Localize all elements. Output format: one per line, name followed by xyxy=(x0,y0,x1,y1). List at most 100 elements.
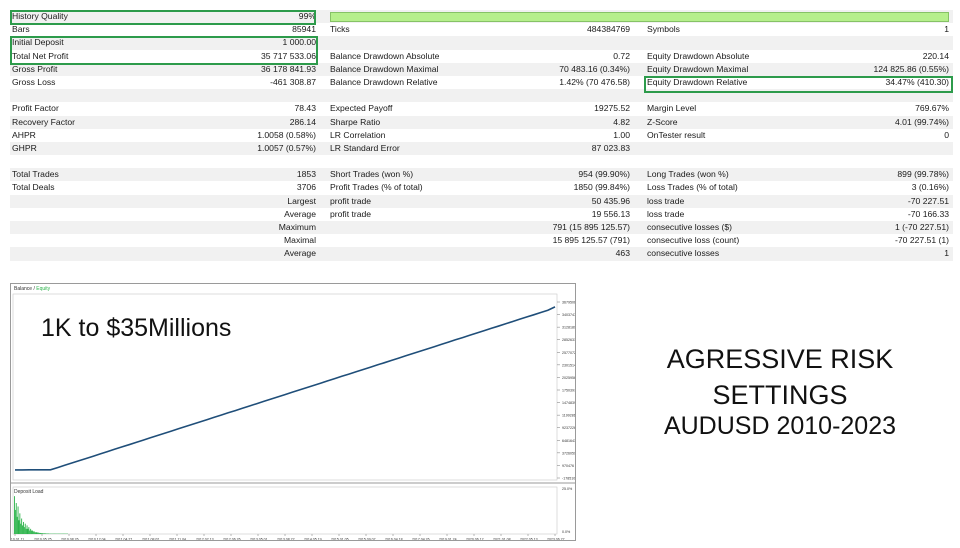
stat-label: Long Trades (won %) xyxy=(647,169,729,180)
drawdown-bar xyxy=(39,532,41,534)
stat-label: OnTester result xyxy=(647,129,706,140)
stat-value: 87 023.83 xyxy=(591,142,630,153)
drawdown-bar xyxy=(42,533,44,534)
drawdown-bar xyxy=(29,530,31,534)
statistics-rows: History Quality 99% Bars 85941 Ticks 48438476… xyxy=(10,10,953,274)
stats-row: Total Trades 1853 Short Trades (won %) 954 … xyxy=(10,168,953,182)
stat-label: Gross Profit xyxy=(12,63,58,74)
drawdown-bar xyxy=(41,533,42,534)
y-tick-label: 6481643 xyxy=(562,439,576,443)
stat-value: 3706 xyxy=(296,182,316,193)
stat-value: 1.0057 (0.57%) xyxy=(257,142,316,153)
x-tick-label: 2011.11.04 xyxy=(169,538,186,542)
drawdown-bar xyxy=(43,533,45,534)
stats-row xyxy=(10,89,953,103)
stat-value: 1 xyxy=(944,24,949,35)
stats-row: AHPR 1.0058 (0.58%) LR Correlation 1.00 OnTe… xyxy=(10,129,953,142)
drawdown-bar xyxy=(36,532,38,534)
stat-label: Equity Drawdown Relative xyxy=(647,76,748,87)
stats-row: Largest profit trade 50 435.96 loss trade -7… xyxy=(10,194,953,208)
stat-value: 1.00 xyxy=(613,129,630,140)
stat-value: 220.14 xyxy=(922,50,949,61)
stats-row: Total Deals 3706 Profit Trades (% of total… xyxy=(10,181,953,194)
deposit-load-label: Deposit Load xyxy=(14,489,44,495)
stat-value: 286.14 xyxy=(289,116,316,127)
stat-value: 19 556.13 xyxy=(591,208,630,219)
drawdown-bar xyxy=(19,513,21,534)
drawdown-plot-area xyxy=(12,486,558,535)
stat-value: 0.72 xyxy=(613,50,630,61)
balance-chart-panel: 36795061 34037477 31281894 28526310 25770727… xyxy=(10,283,576,541)
stat-value: 3 (0.16%) xyxy=(911,182,949,193)
stat-label: Balance Drawdown Relative xyxy=(330,76,438,87)
y-tick-label: -1785108 xyxy=(562,477,576,481)
stat-label: Balance Drawdown Maximal xyxy=(330,63,439,74)
y-tick-label: 23015143 xyxy=(562,363,576,367)
x-tick-label: 2010.12.04 xyxy=(88,538,106,542)
drawdown-bar xyxy=(16,516,18,534)
stat-value: 85941 xyxy=(292,24,316,35)
x-tick-label: 2011.08.02 xyxy=(142,538,159,542)
drawdown-bar xyxy=(47,533,49,534)
drawdown-bar xyxy=(38,532,40,534)
drawdown-bar xyxy=(15,503,17,534)
stat-label: Ticks xyxy=(330,24,350,35)
stats-row xyxy=(10,155,953,168)
stat-label: Symbols xyxy=(647,24,680,35)
drawdown-bar xyxy=(31,530,32,534)
dd-tick-label: 0.0% xyxy=(562,530,571,534)
stat-value: 124 825.86 (0.55%) xyxy=(873,63,950,74)
stat-label: GHPR xyxy=(12,142,37,153)
y-tick-label: 17503977 xyxy=(562,389,576,393)
caption-line-3: AUDUSD 2010-2023 xyxy=(663,412,897,440)
stat-value: -70 166.33 xyxy=(907,208,949,219)
stat-label: LR Standard Error xyxy=(330,142,400,153)
stat-label: Equity Drawdown Maximal xyxy=(647,63,749,74)
stat-label: Profit Trades (% of total) xyxy=(330,182,423,193)
stat-value: Maximal xyxy=(284,235,316,246)
stat-label: Z-Score xyxy=(647,116,678,127)
drawdown-bar xyxy=(41,533,43,534)
stats-row: Initial Deposit 1 000.00 xyxy=(10,36,953,50)
stat-value: Average xyxy=(284,248,316,259)
drawdown-bar xyxy=(22,525,23,534)
drawdown-bar xyxy=(14,509,16,534)
stat-value: 4.82 xyxy=(613,116,630,127)
drawdown-bar xyxy=(21,518,23,534)
stat-label: Initial Deposit xyxy=(12,37,64,48)
stat-value: 463 xyxy=(615,248,630,259)
stats-row: Gross Loss -461 308.87 Balance Drawdown Re… xyxy=(10,76,953,89)
x-tick-label: 2020.06.12 xyxy=(466,538,484,542)
drawdown-bar xyxy=(46,533,48,534)
stat-label: Gross Loss xyxy=(12,76,56,87)
stats-row: Maximal 15 895 125.57 (791) consecutive lo… xyxy=(10,234,953,247)
stat-value: Average xyxy=(284,208,316,219)
stats-row: GHPR 1.0057 (0.57%) LR Standard Error 87 02… xyxy=(10,141,953,156)
stat-value: 4.01 (99.74%) xyxy=(895,116,949,127)
drawdown-bar xyxy=(34,532,36,534)
drawdown-bar xyxy=(40,532,41,534)
x-tick-label: 2013.08.22 xyxy=(277,538,295,542)
stat-label: profit trade xyxy=(330,208,372,219)
legend-balance: Balance xyxy=(14,286,33,292)
y-tick-label: 20259560 xyxy=(562,376,576,380)
stat-value: 1 xyxy=(944,248,949,259)
y-tick-label: 3726059 xyxy=(562,451,576,455)
legend-equity: Equity xyxy=(36,286,51,292)
drawdown-bar xyxy=(32,530,33,534)
drawdown-bar xyxy=(45,533,47,534)
y-tick-label: 9237226 xyxy=(562,426,576,430)
x-tick-label: 2011.04.27 xyxy=(115,538,132,542)
stat-value: 78.43 xyxy=(294,103,316,114)
x-tick-label: 2019.01.24 xyxy=(439,538,457,542)
stats-row: Profit Factor 78.43 Expected Payoff 19275.5… xyxy=(10,102,953,115)
y-tick-label: 34037477 xyxy=(562,313,576,317)
stat-value: 769.67% xyxy=(915,103,949,114)
caption-line-2: SETTINGS xyxy=(712,380,848,410)
stat-label: AHPR xyxy=(12,129,36,140)
drawdown-bar xyxy=(24,523,26,534)
stats-row: Gross Profit 36 178 841.93 Balance Drawdow… xyxy=(10,62,953,76)
drawdown-bar xyxy=(26,525,28,534)
drawdown-bar xyxy=(23,521,24,534)
x-tick-label: 2023.06.27 xyxy=(547,538,565,542)
